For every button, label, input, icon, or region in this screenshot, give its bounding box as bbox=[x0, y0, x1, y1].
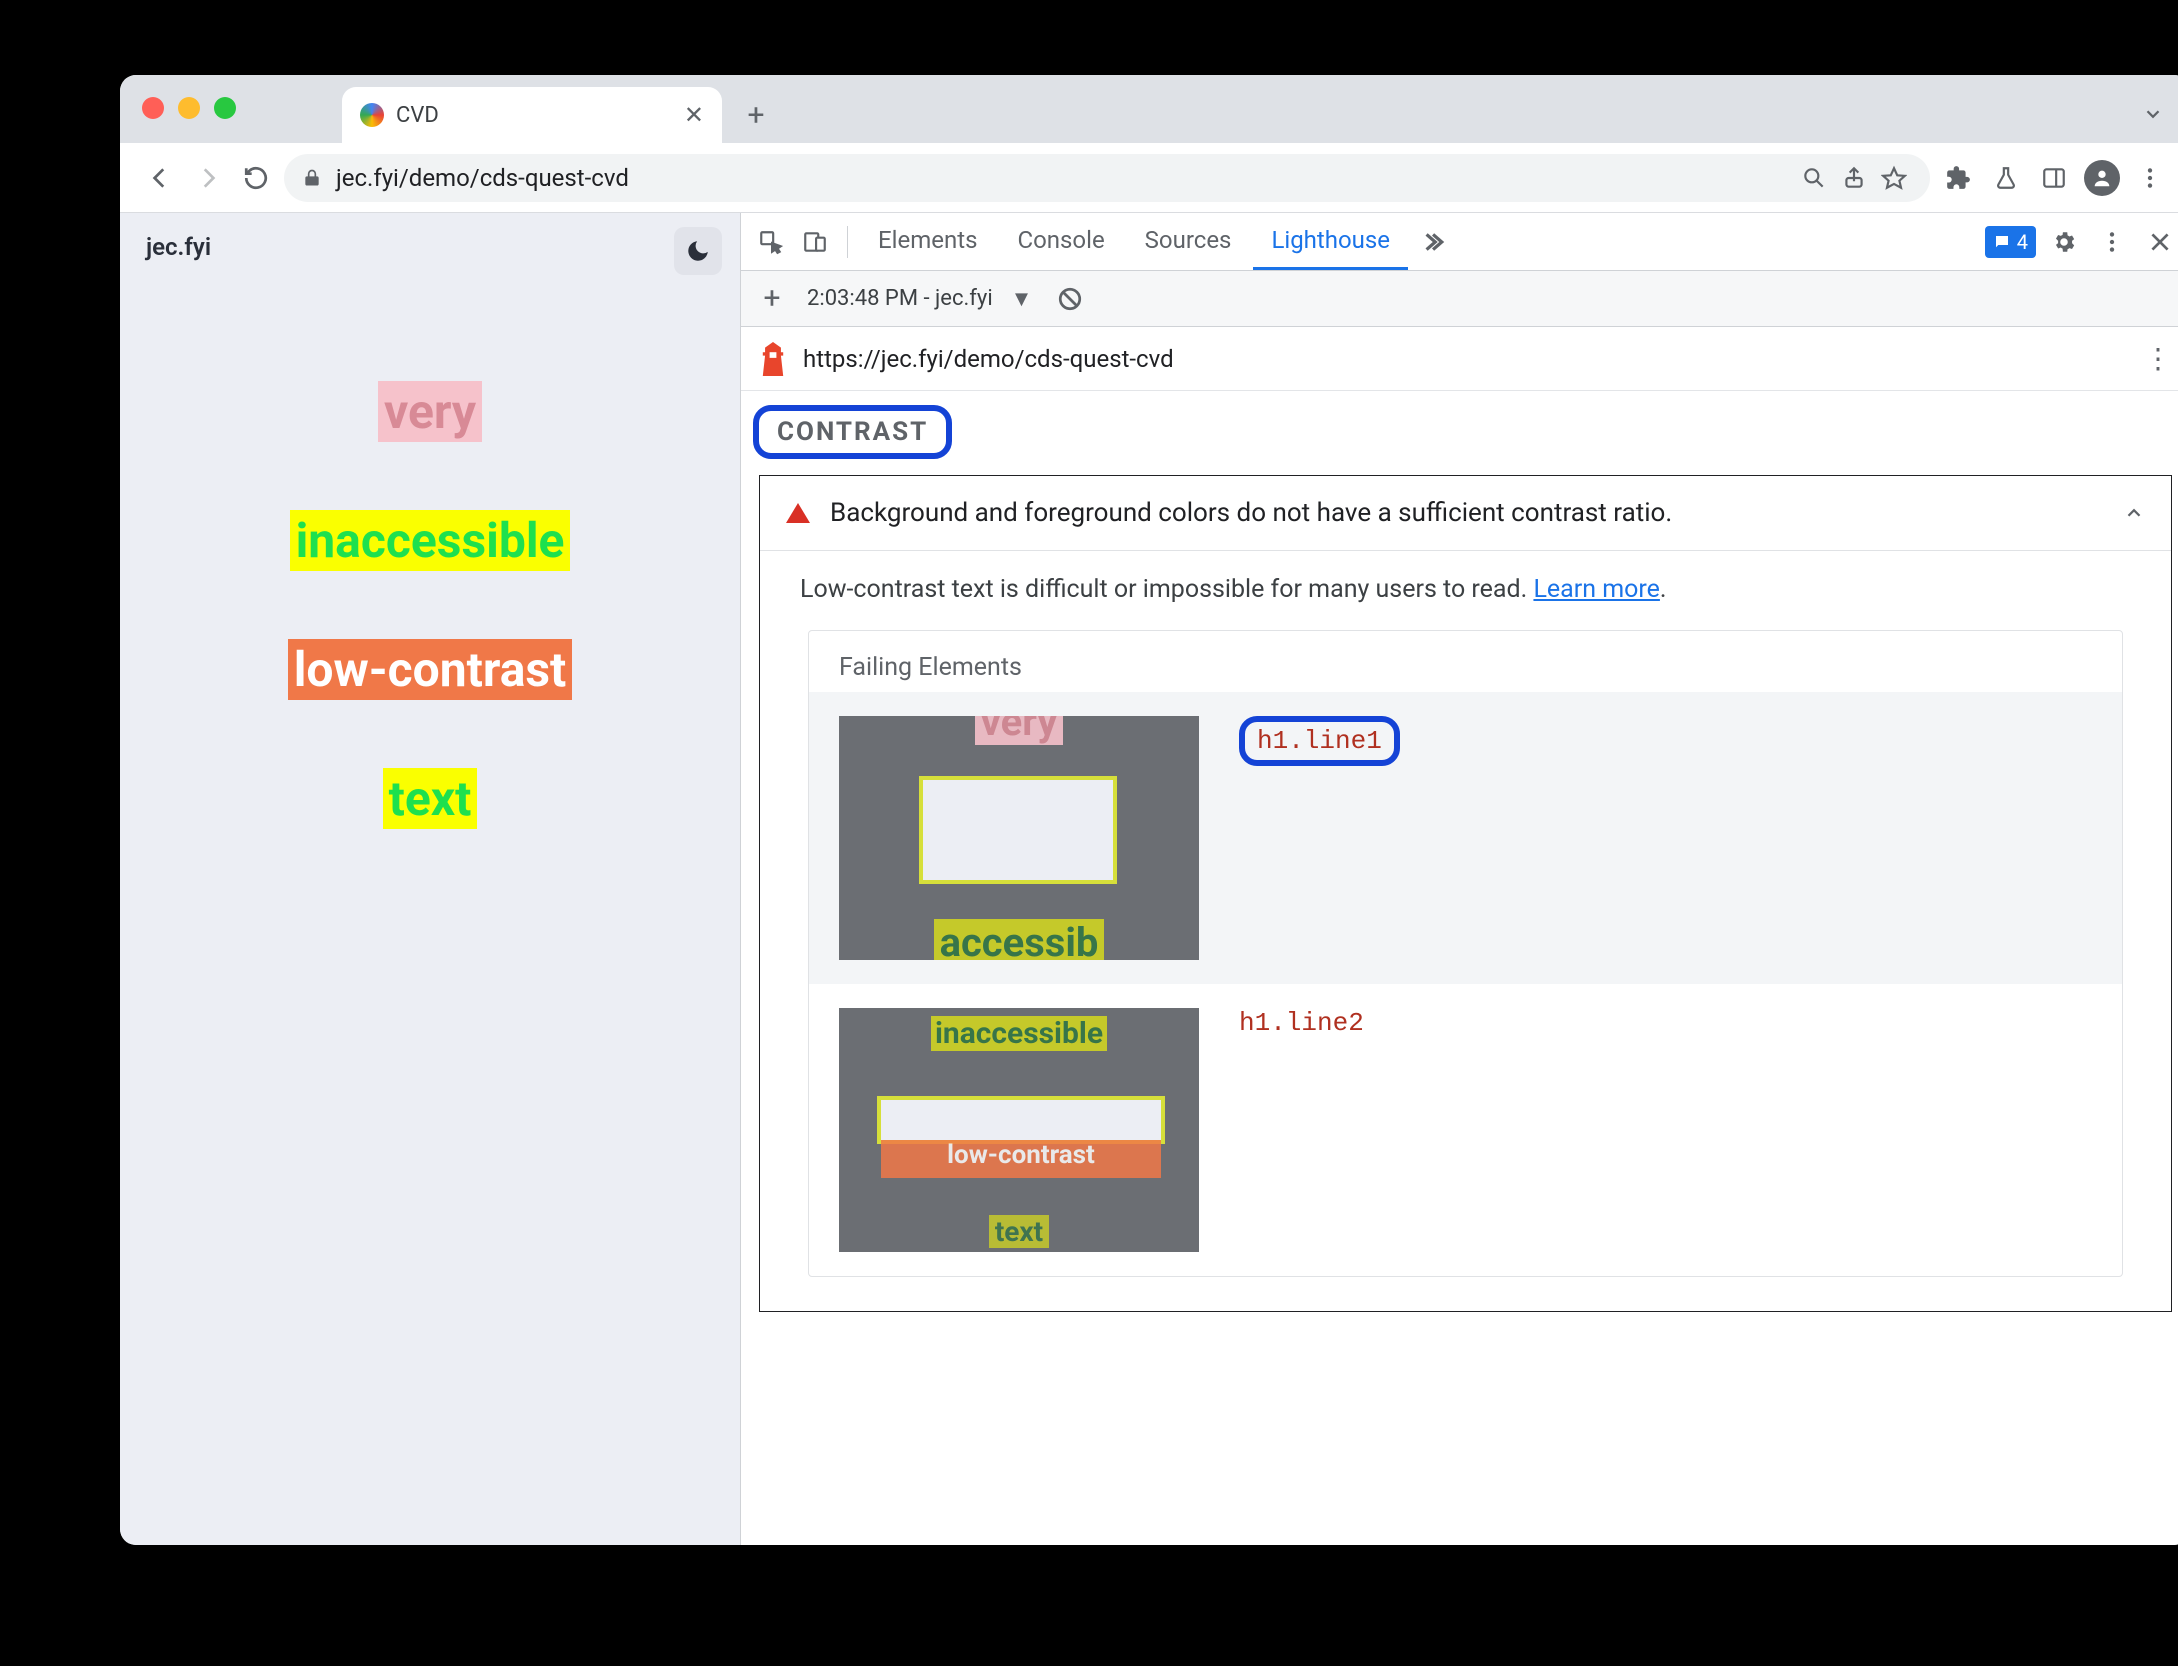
url-text: jec.fyi/demo/cds-quest-cvd bbox=[336, 164, 629, 192]
failing-element-row[interactable]: inaccessible low-contrast text h1.line2 bbox=[809, 984, 2122, 1276]
line-2: inaccessible bbox=[290, 510, 571, 571]
feedback-icon bbox=[1993, 233, 2011, 251]
learn-more-link[interactable]: Learn more bbox=[1533, 575, 1659, 604]
lock-icon bbox=[302, 167, 322, 189]
tab-lighthouse[interactable]: Lighthouse bbox=[1253, 213, 1408, 270]
browser-menu-icon[interactable] bbox=[2130, 158, 2170, 198]
browser-window: CVD ✕ + jec.fyi/demo/cds-qu bbox=[120, 75, 2178, 1545]
fail-triangle-icon bbox=[786, 503, 810, 523]
close-tab-icon[interactable]: ✕ bbox=[684, 103, 704, 127]
tabs-menu-icon[interactable] bbox=[2142, 103, 2164, 125]
lighthouse-icon bbox=[759, 342, 787, 376]
failing-elements-box: Failing Elements very accessib bbox=[808, 630, 2123, 1277]
section-contrast: CONTRAST bbox=[741, 391, 2178, 469]
element-selector: h1.line2 bbox=[1239, 1008, 1364, 1038]
more-tabs-icon[interactable] bbox=[1412, 222, 1452, 262]
page-title: jec.fyi bbox=[146, 233, 714, 261]
report-url: https://jec.fyi/demo/cds-quest-cvd bbox=[803, 345, 1174, 373]
failing-elements-title: Failing Elements bbox=[809, 631, 2122, 692]
failing-element-row[interactable]: very accessib h1.line1 bbox=[809, 692, 2122, 984]
element-thumbnail: inaccessible low-contrast text bbox=[839, 1008, 1199, 1252]
feedback-badge[interactable]: 4 bbox=[1985, 226, 2036, 258]
tab-favicon bbox=[360, 103, 384, 127]
minimize-window-button[interactable] bbox=[178, 97, 200, 119]
browser-tab[interactable]: CVD ✕ bbox=[342, 87, 722, 143]
audit-card: Background and foreground colors do not … bbox=[759, 475, 2172, 1312]
labs-icon[interactable] bbox=[1986, 158, 2026, 198]
report-url-bar: https://jec.fyi/demo/cds-quest-cvd ⋮ bbox=[741, 327, 2178, 391]
lighthouse-subbar: + 2:03:48 PM - jec.fyi ▼ bbox=[741, 271, 2178, 327]
tab-console[interactable]: Console bbox=[999, 213, 1122, 270]
new-tab-button[interactable]: + bbox=[736, 95, 776, 135]
report-menu-icon[interactable]: ⋮ bbox=[2144, 342, 2172, 375]
devtools-tabbar: Elements Console Sources Lighthouse 4 bbox=[741, 213, 2178, 271]
tab-elements[interactable]: Elements bbox=[860, 213, 995, 270]
devtools-menu-icon[interactable] bbox=[2092, 222, 2132, 262]
forward-button[interactable] bbox=[188, 158, 228, 198]
devtools-settings-icon[interactable] bbox=[2044, 222, 2084, 262]
audit-title: Background and foreground colors do not … bbox=[830, 498, 1672, 528]
collapse-icon[interactable] bbox=[2123, 502, 2145, 524]
bookmark-icon[interactable] bbox=[1876, 160, 1912, 196]
report-dropdown-icon[interactable]: ▼ bbox=[1011, 286, 1033, 312]
device-toolbar-icon[interactable] bbox=[795, 222, 835, 262]
rendered-page: jec.fyi very inaccessible low-contrast t… bbox=[120, 213, 740, 1545]
line-3: low-contrast bbox=[288, 639, 573, 700]
new-report-button[interactable]: + bbox=[755, 281, 789, 316]
report-selector[interactable]: 2:03:48 PM - jec.fyi bbox=[807, 286, 993, 311]
tab-strip: CVD ✕ + bbox=[120, 75, 2178, 143]
window-controls bbox=[142, 97, 236, 119]
close-window-button[interactable] bbox=[142, 97, 164, 119]
audit-header[interactable]: Background and foreground colors do not … bbox=[760, 476, 2171, 551]
element-selector: h1.line1 bbox=[1239, 716, 1400, 766]
feedback-count: 4 bbox=[2017, 230, 2028, 254]
reload-button[interactable] bbox=[236, 158, 276, 198]
content-area: jec.fyi very inaccessible low-contrast t… bbox=[120, 213, 2178, 1545]
tab-title: CVD bbox=[396, 103, 439, 128]
extensions-icon[interactable] bbox=[1938, 158, 1978, 198]
line-4: text bbox=[383, 768, 478, 829]
devtools-close-icon[interactable] bbox=[2140, 222, 2178, 262]
share-icon[interactable] bbox=[1836, 160, 1872, 196]
maximize-window-button[interactable] bbox=[214, 97, 236, 119]
tab-sources[interactable]: Sources bbox=[1127, 213, 1250, 270]
demo-text-lines: very inaccessible low-contrast text bbox=[146, 381, 714, 829]
zoom-icon[interactable] bbox=[1796, 160, 1832, 196]
clear-report-icon[interactable] bbox=[1050, 279, 1090, 319]
profile-button[interactable] bbox=[2082, 158, 2122, 198]
element-thumbnail: very accessib bbox=[839, 716, 1199, 960]
devtools-panel: Elements Console Sources Lighthouse 4 bbox=[740, 213, 2178, 1545]
address-bar[interactable]: jec.fyi/demo/cds-quest-cvd bbox=[284, 154, 1930, 202]
back-button[interactable] bbox=[140, 158, 180, 198]
section-label-text: CONTRAST bbox=[753, 405, 952, 459]
side-panel-icon[interactable] bbox=[2034, 158, 2074, 198]
audit-description: Low-contrast text is difficult or imposs… bbox=[800, 575, 2131, 604]
theme-toggle-button[interactable] bbox=[674, 227, 722, 275]
browser-toolbar: jec.fyi/demo/cds-quest-cvd bbox=[120, 143, 2178, 213]
audit-body: Low-contrast text is difficult or imposs… bbox=[760, 551, 2171, 1311]
line-1: very bbox=[378, 381, 482, 442]
inspect-element-icon[interactable] bbox=[751, 222, 791, 262]
moon-icon bbox=[685, 238, 711, 264]
